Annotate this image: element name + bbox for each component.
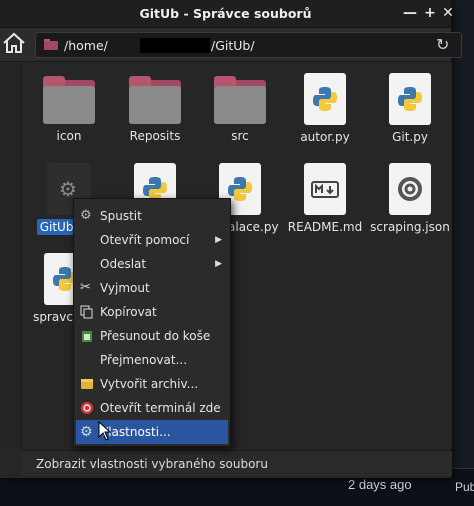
folder-icon — [44, 39, 58, 50]
context-menu: ⚙ Spustit Otevřít pomocí ▶ Odeslat ▶ ✂ V… — [73, 198, 231, 447]
redacted-username — [140, 38, 210, 53]
file-label: Git.py — [392, 130, 428, 144]
location-toolbar: /home/ /GitUb/ ↻ — [0, 28, 462, 62]
minimize-button[interactable]: — — [402, 4, 418, 22]
file-label: scraping.json — [370, 220, 450, 234]
menu-item-send[interactable]: Odeslat ▶ — [74, 252, 230, 276]
terminal-icon — [81, 402, 93, 414]
folder-icon — [43, 76, 95, 124]
archive-icon — [81, 379, 93, 389]
gear-icon: ⚙ — [80, 424, 93, 440]
home-icon — [3, 32, 25, 53]
file-label: Reposits — [129, 129, 181, 143]
maximize-button[interactable]: + — [422, 4, 438, 22]
menu-item-label: Otevřít terminál zde — [100, 401, 221, 415]
python-file-icon — [304, 73, 346, 125]
status-text: Zobrazit vlastnosti vybraného souboru — [36, 457, 268, 471]
menu-item-label: Otevřít pomocí — [100, 233, 190, 247]
menu-item-label: Kopírovat — [100, 305, 157, 319]
titlebar: GitUb - Správce souborů — + ✕ — [0, 0, 454, 28]
path-bar[interactable]: /home/ /GitUb/ ↻ — [35, 32, 462, 58]
file-item-reposits[interactable]: Reposits — [112, 76, 198, 144]
file-item-readme-md[interactable]: README.md — [282, 163, 368, 235]
copy-icon — [80, 305, 93, 319]
file-item-scraping-json[interactable]: scraping.json — [367, 163, 453, 235]
file-item-autor-py[interactable]: autor.py — [282, 73, 368, 145]
side-pane — [0, 63, 22, 448]
menu-item-label: Vyjmout — [100, 281, 150, 295]
file-label: autor.py — [300, 130, 350, 144]
reload-icon[interactable]: ↻ — [436, 35, 449, 54]
file-label: README.md — [287, 220, 363, 234]
menu-item-open-with[interactable]: Otevřít pomocí ▶ — [74, 228, 230, 252]
path-prefix: /home/ — [64, 38, 108, 53]
background-snippet: Publ — [455, 480, 474, 494]
file-label: icon — [56, 129, 82, 143]
menu-item-open-terminal[interactable]: Otevřít terminál zde — [74, 396, 230, 420]
scissors-icon: ✂ — [80, 280, 91, 295]
python-file-icon — [389, 73, 431, 125]
trash-icon — [82, 331, 92, 342]
background-page-strip — [452, 0, 474, 506]
menu-item-copy[interactable]: Kopírovat — [74, 300, 230, 324]
menu-item-label: Odeslat — [100, 257, 147, 271]
file-item-icon[interactable]: icon — [26, 76, 112, 144]
menu-item-rename[interactable]: Přejmenovat... — [74, 348, 230, 372]
file-item-git-py[interactable]: Git.py — [367, 73, 453, 145]
run-icon: ⚙ — [80, 208, 92, 223]
menu-item-run[interactable]: ⚙ Spustit — [74, 204, 230, 228]
folder-icon — [214, 76, 266, 124]
mouse-cursor-icon — [98, 421, 112, 441]
file-item-src[interactable]: src — [197, 76, 283, 144]
background-commit-date: 2 days ago — [348, 477, 412, 492]
menu-item-label: Přejmenovat... — [100, 353, 188, 367]
folder-icon — [129, 76, 181, 124]
menu-item-move-to-trash[interactable]: Přesunout do koše — [74, 324, 230, 348]
submenu-arrow-icon: ▶ — [215, 235, 222, 245]
markdown-file-icon — [304, 163, 346, 215]
close-button[interactable]: ✕ — [440, 4, 456, 22]
submenu-arrow-icon: ▶ — [215, 259, 222, 269]
statusbar: Zobrazit vlastnosti vybraného souboru — [22, 450, 452, 476]
menu-item-cut[interactable]: ✂ Vyjmout — [74, 276, 230, 300]
menu-item-label: Vytvořit archiv... — [100, 377, 199, 391]
file-label: src — [231, 129, 249, 143]
home-button[interactable] — [2, 31, 26, 57]
menu-item-label: Přesunout do koše — [100, 329, 211, 343]
file-label: spravc — [33, 310, 73, 324]
window-title: GitUb - Správce souborů — [139, 6, 312, 21]
menu-item-create-archive[interactable]: Vytvořit archiv... — [74, 372, 230, 396]
json-file-icon — [389, 163, 431, 215]
menu-item-label: Spustit — [100, 209, 142, 223]
path-suffix: /GitUb/ — [211, 38, 255, 53]
